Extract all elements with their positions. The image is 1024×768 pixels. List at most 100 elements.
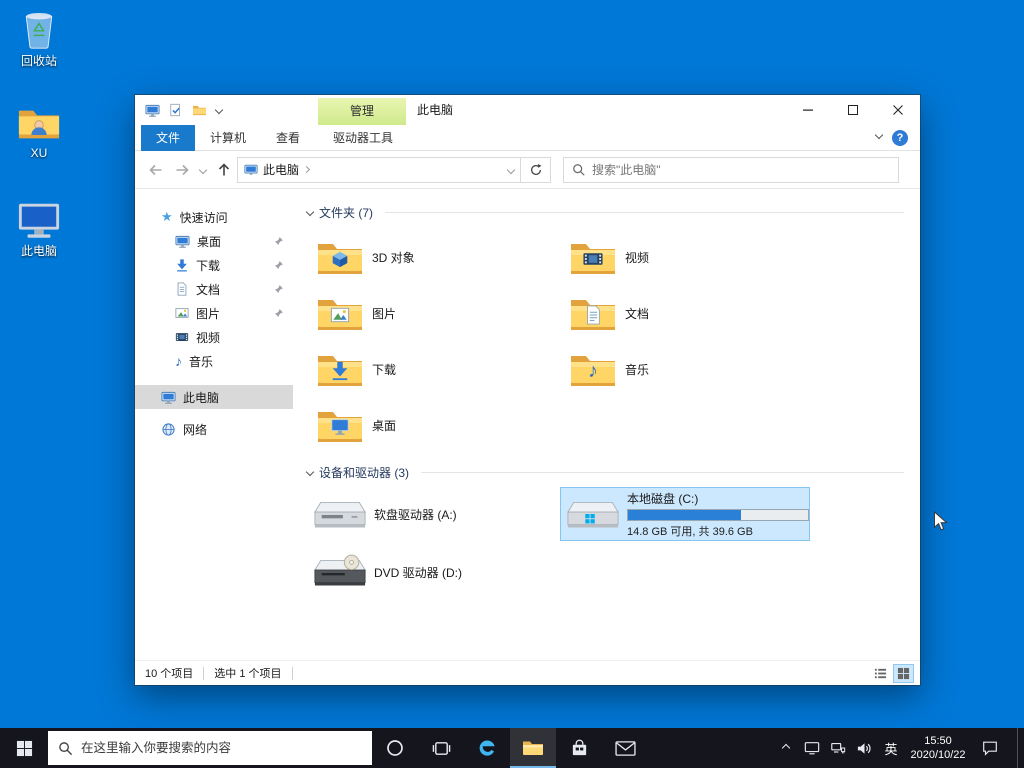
search-icon xyxy=(572,163,586,177)
help-button[interactable]: ? xyxy=(892,130,908,146)
sidebar-item-desktop[interactable]: 桌面 xyxy=(135,229,293,253)
folder-tile-downloads[interactable]: 下载 xyxy=(307,341,560,397)
tab-computer[interactable]: 计算机 xyxy=(195,125,261,151)
mail-button[interactable] xyxy=(602,728,648,768)
explorer-search-input[interactable] xyxy=(592,162,890,177)
mouse-cursor xyxy=(933,511,948,532)
large-icons-view-button[interactable] xyxy=(893,664,914,683)
explorer-search-box[interactable] xyxy=(563,156,899,183)
qat-new-folder-icon[interactable] xyxy=(192,104,207,116)
sidebar-item-pictures[interactable]: 图片 xyxy=(135,301,293,325)
qat-computer-icon[interactable] xyxy=(145,103,160,118)
edge-logo-icon xyxy=(479,740,495,756)
videos-icon-small xyxy=(175,330,189,344)
mail-envelope-icon xyxy=(614,740,636,756)
sidebar-item-quick-access[interactable]: ★ 快速访问 xyxy=(135,205,293,229)
filmstrip-emblem-icon xyxy=(583,249,604,270)
tab-view[interactable]: 查看 xyxy=(261,125,315,151)
action-center-button[interactable] xyxy=(971,728,1009,768)
details-view-button[interactable] xyxy=(870,664,891,683)
breadcrumb-chevron-icon[interactable] xyxy=(302,165,311,174)
store-button[interactable] xyxy=(556,728,602,768)
desktop-icon-recycle-bin[interactable]: 回收站 xyxy=(4,6,74,68)
address-computer-icon xyxy=(244,163,258,177)
search-icon xyxy=(58,741,73,756)
start-button[interactable] xyxy=(0,728,48,768)
folder-tile-pictures[interactable]: 图片 xyxy=(307,285,560,341)
close-button[interactable] xyxy=(875,95,920,125)
sidebar-item-videos[interactable]: 视频 xyxy=(135,325,293,349)
sidebar-item-this-pc[interactable]: 此电脑 xyxy=(135,385,293,409)
address-dropdown-chevron-icon[interactable] xyxy=(506,165,516,174)
network-globe-icon-small xyxy=(161,422,176,437)
taskbar-search-input[interactable] xyxy=(81,741,362,755)
sidebar-item-downloads[interactable]: 下载 xyxy=(135,253,293,277)
collapse-chevron-icon[interactable] xyxy=(305,467,315,477)
taskbar: 英 15:50 2020/10/22 xyxy=(0,728,1024,768)
tab-drive-tools[interactable]: 驱动器工具 xyxy=(318,125,408,151)
recent-locations-chevron-icon[interactable] xyxy=(195,165,211,174)
network-tray-icon[interactable] xyxy=(825,728,851,768)
status-bar: 10 个项目 选中 1 个项目 xyxy=(135,660,920,685)
pin-icon xyxy=(274,308,284,318)
back-button[interactable] xyxy=(143,157,169,183)
this-pc-icon-small xyxy=(161,390,176,405)
cortana-button[interactable] xyxy=(372,728,418,768)
taskbar-search-box[interactable] xyxy=(48,731,372,765)
drive-tile-local-disk-c[interactable]: 本地磁盘 (C:) 14.8 GB 可用, 共 39.6 GB xyxy=(560,487,810,541)
window-title: 此电脑 xyxy=(417,103,454,117)
music-note-icon-small: ♪ xyxy=(175,353,182,369)
downloads-icon-small xyxy=(175,258,189,272)
ime-indicator[interactable]: 英 xyxy=(877,728,905,768)
volume-tray-icon[interactable] xyxy=(851,728,877,768)
desktop-icon-user-folder-xu[interactable]: XU xyxy=(4,104,74,160)
display-tray-icon[interactable] xyxy=(799,728,825,768)
qat-customize-chevron-icon[interactable] xyxy=(214,105,224,115)
3d-cube-emblem-icon xyxy=(330,249,350,269)
file-explorer-button[interactable] xyxy=(510,728,556,768)
devices-group-header[interactable]: 设备和驱动器 (3) xyxy=(305,463,920,481)
task-view-icon xyxy=(432,741,450,755)
folder-tile-music[interactable]: ♪ 音乐 xyxy=(560,341,813,397)
file-list-pane: 文件夹 (7) 3D 对象 图片 下载 桌面 视频 文档 ♪ 音乐 设备和驱动器… xyxy=(293,189,920,660)
contextual-tab-group-manage[interactable]: 管理 xyxy=(318,98,406,125)
sidebar-item-documents[interactable]: 文档 xyxy=(135,277,293,301)
desktop-icon-small xyxy=(175,234,190,249)
collapse-chevron-icon[interactable] xyxy=(305,207,315,217)
task-view-button[interactable] xyxy=(418,728,464,768)
show-desktop-button[interactable] xyxy=(1017,728,1024,768)
drive-tile-dvd-d[interactable]: DVD 驱动器 (D:) xyxy=(307,545,557,599)
drive-tile-floppy-a[interactable]: 软盘驱动器 (A:) xyxy=(307,487,557,541)
sidebar-item-network[interactable]: 网络 xyxy=(135,417,293,441)
maximize-button[interactable] xyxy=(830,95,875,125)
tab-file[interactable]: 文件 xyxy=(141,125,196,151)
folder-icon xyxy=(570,295,616,331)
folder-tile-3d-objects[interactable]: 3D 对象 xyxy=(307,229,560,285)
refresh-button[interactable] xyxy=(521,156,551,183)
windows-logo-icon xyxy=(16,740,32,756)
folder-icon: ♪ xyxy=(570,351,616,387)
navigation-pane: ★ 快速访问 桌面 下载 文档 图片 视频 ♪ 音乐 此电脑 网络 xyxy=(135,189,293,660)
folders-group-header[interactable]: 文件夹 (7) xyxy=(305,203,920,221)
expand-ribbon-chevron-icon[interactable] xyxy=(874,130,884,140)
folder-tile-documents[interactable]: 文档 xyxy=(560,285,813,341)
minimize-button[interactable] xyxy=(785,95,830,125)
address-bar[interactable]: 此电脑 xyxy=(237,156,521,183)
sidebar-item-music[interactable]: ♪ 音乐 xyxy=(135,349,293,373)
desktop-icon-this-pc[interactable]: 此电脑 xyxy=(4,200,74,258)
capacity-bar-fill xyxy=(628,509,742,520)
navigation-bar: 此电脑 xyxy=(135,151,920,189)
up-button[interactable] xyxy=(211,157,237,183)
recycle-bin-icon xyxy=(18,6,60,52)
folder-tile-desktop[interactable]: 桌面 xyxy=(307,397,560,453)
hidden-icons-button[interactable] xyxy=(773,728,799,768)
qat-properties-icon[interactable] xyxy=(169,103,183,117)
edge-button[interactable] xyxy=(464,728,510,768)
folder-icon xyxy=(317,239,363,275)
clock[interactable]: 15:50 2020/10/22 xyxy=(905,728,971,768)
address-breadcrumb[interactable]: 此电脑 xyxy=(263,161,299,178)
quick-access-star-icon: ★ xyxy=(161,209,173,224)
folder-tile-videos[interactable]: 视频 xyxy=(560,229,813,285)
forward-button[interactable] xyxy=(169,157,195,183)
title-bar[interactable]: 管理 此电脑 xyxy=(135,95,920,125)
